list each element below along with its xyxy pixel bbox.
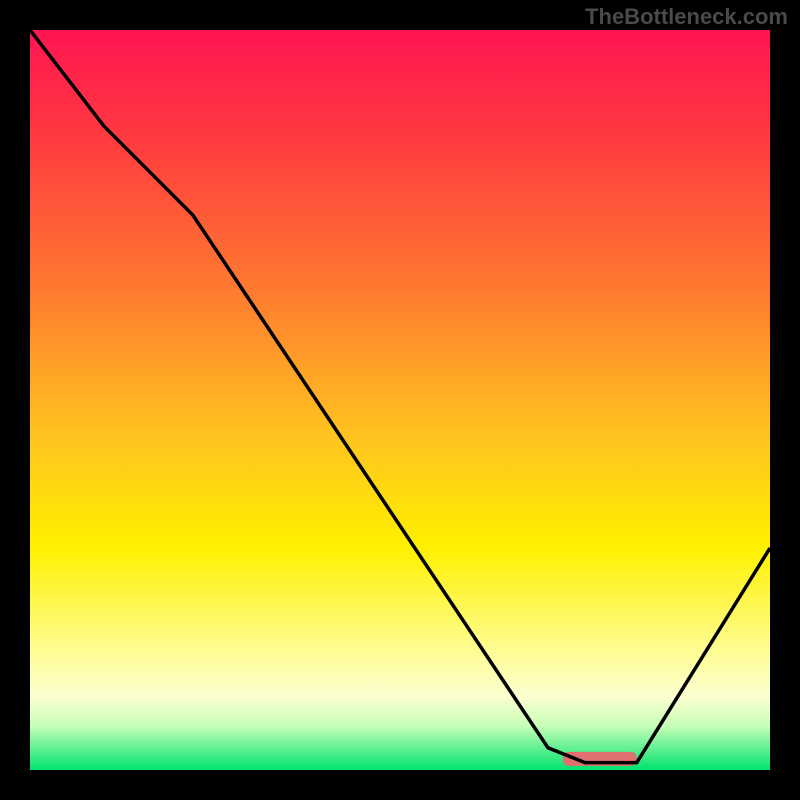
gradient-background xyxy=(30,30,770,770)
chart-svg xyxy=(30,30,770,770)
watermark-text: TheBottleneck.com xyxy=(585,4,788,30)
bottleneck-chart xyxy=(30,30,770,770)
